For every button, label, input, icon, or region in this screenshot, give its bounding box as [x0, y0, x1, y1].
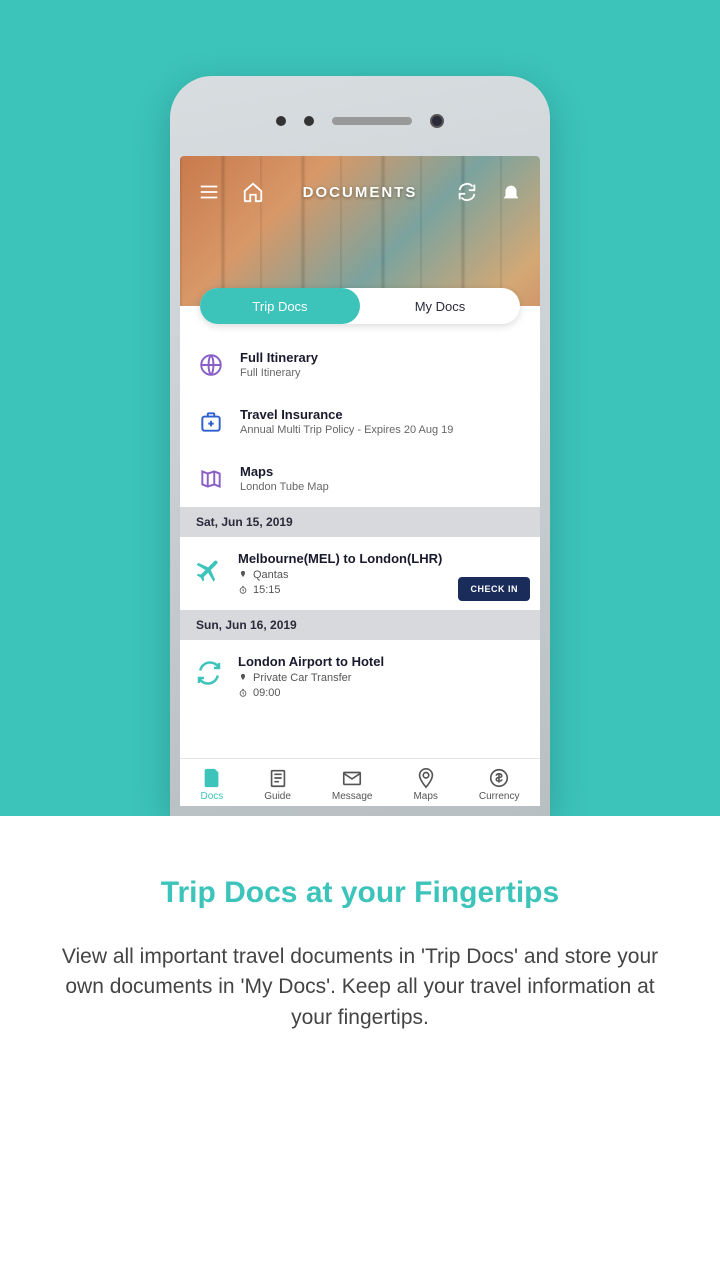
bell-icon[interactable] — [500, 181, 522, 203]
currency-icon — [488, 767, 510, 789]
refresh-icon[interactable] — [456, 181, 478, 203]
segment-provider: Qantas — [253, 569, 288, 581]
clock-icon — [238, 688, 248, 698]
segment-transfer[interactable]: London Airport to Hotel Private Car Tran… — [180, 640, 540, 713]
segment-provider: Private Car Transfer — [253, 672, 351, 684]
front-camera — [430, 114, 444, 128]
top-toolbar: DOCUMENTS — [180, 156, 540, 203]
transfer-icon — [194, 658, 224, 688]
documents-list: Full Itinerary Full Itinerary Travel Ins… — [180, 306, 540, 758]
nav-docs[interactable]: Docs — [200, 767, 223, 802]
bottom-navigation: Docs Guide Message Maps Currency — [180, 758, 540, 806]
promo-body: View all important travel documents in '… — [50, 942, 670, 1033]
nav-label: Maps — [413, 791, 437, 802]
speaker-grille — [332, 117, 412, 125]
doc-row-itinerary[interactable]: Full Itinerary Full Itinerary — [180, 336, 540, 393]
medkit-icon — [198, 409, 224, 435]
doc-title: Full Itinerary — [240, 350, 522, 365]
clock-icon — [238, 585, 248, 595]
promo-lower-panel: Trip Docs at your Fingertips View all im… — [0, 816, 720, 1093]
doc-subtitle: Annual Multi Trip Policy - Expires 20 Au… — [240, 424, 522, 436]
nav-label: Currency — [479, 791, 520, 802]
segment-title: Melbourne(MEL) to London(LHR) — [238, 551, 526, 566]
sensor-dot — [276, 116, 286, 126]
menu-icon[interactable] — [198, 181, 220, 203]
phone-hardware-top — [180, 86, 540, 156]
doc-title: Travel Insurance — [240, 407, 522, 422]
nav-maps[interactable]: Maps — [413, 767, 437, 802]
doc-title: Maps — [240, 464, 522, 479]
globe-icon — [198, 352, 224, 378]
doc-row-maps[interactable]: Maps London Tube Map — [180, 450, 540, 507]
docs-icon — [201, 767, 223, 789]
nav-currency[interactable]: Currency — [479, 767, 520, 802]
nav-label: Guide — [264, 791, 291, 802]
promo-title: Trip Docs at your Fingertips — [50, 876, 670, 910]
map-icon — [198, 466, 224, 492]
plane-icon — [194, 555, 224, 585]
nav-message[interactable]: Message — [332, 767, 373, 802]
segment-title: London Airport to Hotel — [238, 654, 526, 669]
segment-time: 09:00 — [253, 687, 281, 699]
segment-flight[interactable]: Melbourne(MEL) to London(LHR) Qantas 15:… — [180, 537, 540, 610]
date-header: Sat, Jun 15, 2019 — [180, 507, 540, 537]
doc-row-insurance[interactable]: Travel Insurance Annual Multi Trip Polic… — [180, 393, 540, 450]
segment-time: 15:15 — [253, 584, 281, 596]
phone-mockup: DOCUMENTS Trip Docs My Docs — [170, 76, 550, 816]
pin-icon — [238, 673, 248, 683]
promo-upper-panel: DOCUMENTS Trip Docs My Docs — [0, 0, 720, 816]
doc-subtitle: Full Itinerary — [240, 367, 522, 379]
page-title: DOCUMENTS — [303, 184, 418, 201]
date-header: Sun, Jun 16, 2019 — [180, 610, 540, 640]
doc-subtitle: London Tube Map — [240, 481, 522, 493]
nav-label: Message — [332, 791, 373, 802]
tab-trip-docs[interactable]: Trip Docs — [200, 288, 360, 324]
tab-my-docs[interactable]: My Docs — [360, 288, 520, 324]
app-header: DOCUMENTS Trip Docs My Docs — [180, 156, 540, 306]
nav-label: Docs — [200, 791, 223, 802]
document-tabs: Trip Docs My Docs — [200, 288, 520, 324]
message-icon — [341, 767, 363, 789]
guide-icon — [267, 767, 289, 789]
nav-guide[interactable]: Guide — [264, 767, 291, 802]
maps-icon — [415, 767, 437, 789]
checkin-button[interactable]: CHECK IN — [458, 577, 530, 601]
phone-screen: DOCUMENTS Trip Docs My Docs — [180, 156, 540, 806]
home-icon[interactable] — [242, 181, 264, 203]
pin-icon — [238, 570, 248, 580]
sensor-dot — [304, 116, 314, 126]
